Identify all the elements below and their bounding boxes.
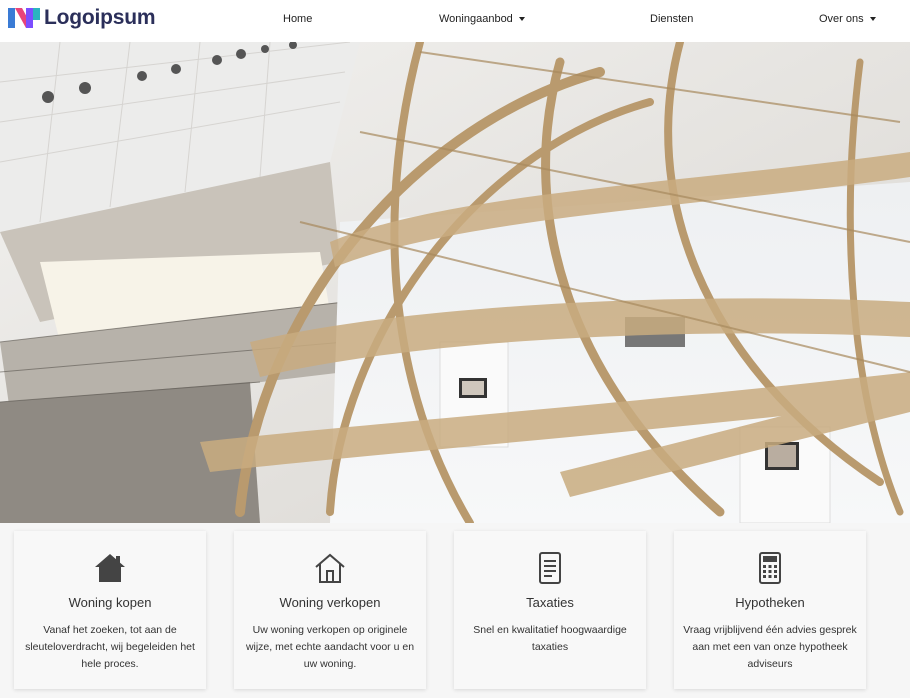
card-title: Woning kopen (68, 595, 152, 610)
card-description: Vanaf het zoeken, tot aan de sleutelover… (25, 624, 195, 670)
logo-text: Logoipsum (44, 6, 156, 29)
atrium-globe-illustration (0, 42, 910, 523)
service-card-hypotheken[interactable]: Hypotheken Vraag vrijblijvend één advies… (674, 531, 866, 689)
nav-home[interactable]: Home (283, 13, 312, 25)
card-description: Uw woning verkopen op originele wijze, m… (245, 624, 415, 670)
nav-diensten[interactable]: Diensten (650, 13, 693, 25)
chevron-down-icon (869, 17, 876, 21)
chevron-down-icon (518, 17, 525, 21)
card-title: Woning verkopen (279, 595, 381, 610)
document-icon (539, 552, 561, 584)
house-filled-icon (95, 554, 125, 582)
nav-woningaanbod[interactable]: Woningaanbod (439, 13, 525, 25)
nav-over-ons[interactable]: Over ons (819, 13, 876, 25)
service-card-taxaties[interactable]: Taxaties Snel en kwalitatief hoogwaardig… (454, 531, 646, 689)
nav-woningaanbod-label: Woningaanbod (439, 13, 513, 25)
card-description: Vraag vrijblijvend één advies gesprek aa… (683, 624, 857, 670)
card-title: Taxaties (526, 595, 574, 610)
nav-over-ons-label: Over ons (819, 13, 864, 25)
house-outline-icon (315, 553, 345, 583)
hero-image (0, 42, 910, 523)
calculator-icon (759, 552, 781, 584)
service-card-woning-verkopen[interactable]: Woning verkopen Uw woning verkopen op or… (234, 531, 426, 689)
nav-diensten-label: Diensten (650, 13, 694, 25)
nav-home-label: Home (283, 13, 313, 25)
service-card-woning-kopen[interactable]: Woning kopen Vanaf het zoeken, tot aan d… (14, 531, 206, 689)
logo[interactable]: Logoipsum (8, 6, 156, 30)
card-title: Hypotheken (735, 595, 805, 610)
card-description: Snel en kwalitatief hoogwaardige taxatie… (473, 624, 627, 653)
top-navbar: Logoipsum Home Woningaanbod Diensten Ove… (0, 0, 910, 42)
logo-mark-icon (8, 8, 40, 28)
